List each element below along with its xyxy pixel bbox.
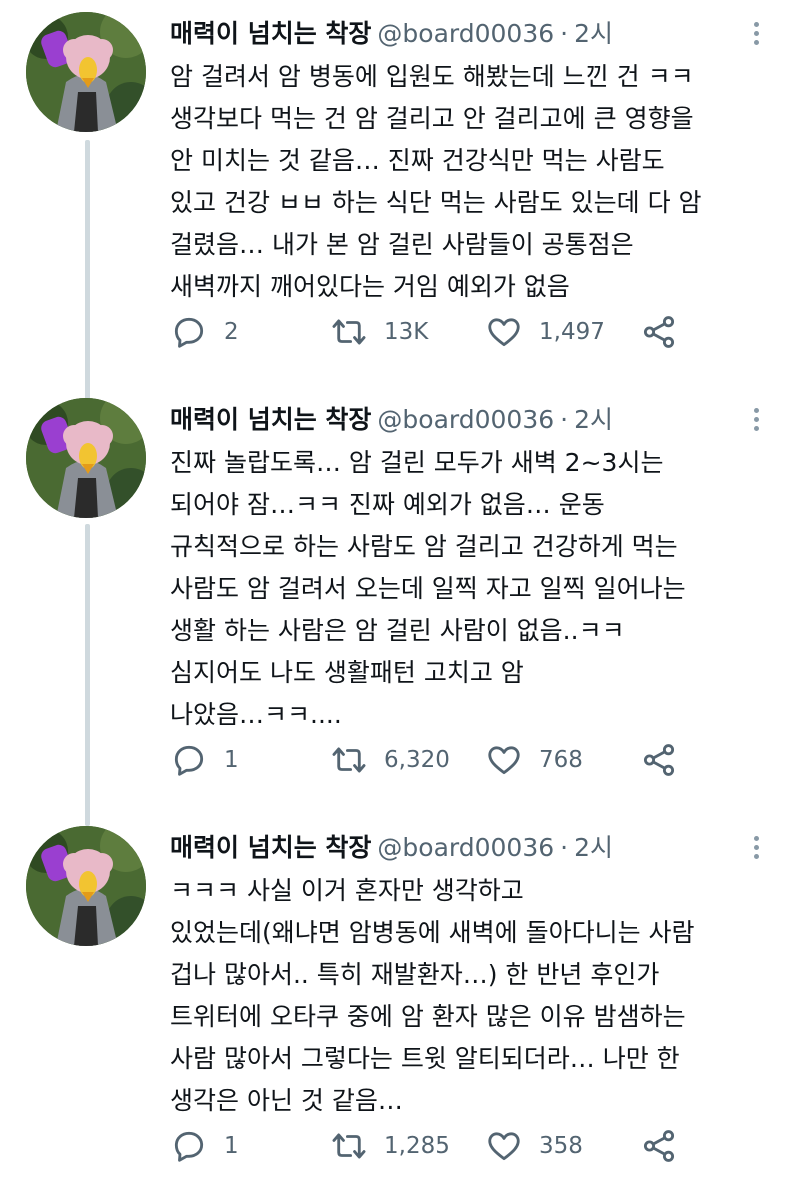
retweet-count: 1,285: [384, 1133, 450, 1159]
reply-icon: [174, 317, 204, 348]
reply-button[interactable]: 1: [170, 740, 239, 780]
share-icon: [643, 744, 675, 776]
separator-dot: ·: [560, 405, 569, 434]
tweet-text-line: 트위터에 오타쿠 중에 암 환자 많은 이유 밤샘하는: [170, 1002, 686, 1031]
like-count: 768: [539, 747, 583, 773]
tweet-text-line: 심지어도 나도 생활패턴 고치고 암: [170, 658, 524, 687]
share-icon: [643, 1130, 675, 1162]
tweet-text: 암 걸려서 암 병동에 입원도 해봤는데 느낀 건 ㅋㅋ 생각보다 먹는 건 암…: [170, 56, 780, 308]
retweet-count: 13K: [384, 319, 429, 345]
avatar[interactable]: [26, 12, 146, 132]
reply-count: 2: [224, 319, 239, 345]
retweet-button[interactable]: 6,320: [330, 740, 450, 780]
tweet[interactable]: 매력이 넘치는 착장 @board00036 · 2시 암 걸려서 암 병동에 입원도…: [0, 12, 800, 372]
share-button[interactable]: [640, 740, 678, 780]
tweet-text-line: 생활 하는 사람은 암 걸린 사람이 없음..ㅋㅋ: [170, 616, 625, 645]
heart-icon: [488, 1132, 520, 1161]
author-handle[interactable]: @board00036: [377, 833, 554, 862]
retweet-count: 6,320: [384, 747, 450, 773]
tweet-text-line: 규칙적으로 하는 사람도 암 걸리고 건강하게 먹는: [170, 532, 678, 561]
tweet-header: 매력이 넘치는 착장 @board00036 · 2시: [170, 404, 613, 436]
retweet-button[interactable]: 1,285: [330, 1126, 450, 1166]
tweet-time[interactable]: 2시: [574, 19, 613, 48]
more-options-icon[interactable]: [748, 832, 764, 866]
like-button[interactable]: 358: [485, 1126, 583, 1166]
like-count: 1,497: [539, 319, 605, 345]
tweet-text-line: 겁나 많아서.. 특히 재발환자…) 한 반년 후인가: [170, 960, 660, 989]
reply-button[interactable]: 2: [170, 312, 239, 352]
retweet-button[interactable]: 13K: [330, 312, 428, 352]
retweet-icon: [332, 747, 366, 773]
tweet-text-line: 사람 많아서 그렇다는 트윗 알티되더라… 나만 한: [170, 1044, 680, 1073]
tweet-text-line: 나았음…ㅋㅋ....: [170, 700, 342, 729]
tweet-text-line: 걸렸음… 내가 본 암 걸린 사람들이 공통점은: [170, 230, 634, 259]
share-button[interactable]: [640, 312, 678, 352]
like-button[interactable]: 768: [485, 740, 583, 780]
tweet-actions: 1 6,320 768: [170, 740, 690, 780]
tweet-header: 매력이 넘치는 착장 @board00036 · 2시: [170, 18, 613, 50]
reply-icon: [174, 745, 204, 776]
tweet-text: 진짜 놀랍도록… 암 걸린 모두가 새벽 2~3시는 되어야 잠…ㅋㅋ 진짜 예…: [170, 442, 780, 736]
like-button[interactable]: 1,497: [485, 312, 605, 352]
reply-icon: [174, 1131, 204, 1162]
share-icon: [643, 316, 675, 348]
separator-dot: ·: [560, 19, 569, 48]
tweet-text-line: 암 걸려서 암 병동에 입원도 해봤는데 느낀 건 ㅋㅋ: [170, 62, 694, 91]
tweet[interactable]: 매력이 넘치는 착장 @board00036 · 2시 진짜 놀랍도록… 암 걸린 모…: [0, 398, 800, 798]
author-handle[interactable]: @board00036: [377, 405, 554, 434]
share-button[interactable]: [640, 1126, 678, 1166]
author-name[interactable]: 매력이 넘치는 착장: [170, 19, 371, 48]
avatar-image: [26, 12, 146, 132]
tweet-time[interactable]: 2시: [574, 405, 613, 434]
avatar[interactable]: [26, 398, 146, 518]
retweet-icon: [332, 319, 366, 345]
avatar-image: [26, 826, 146, 946]
tweet-text-line: 사람도 암 걸려서 오는데 일찍 자고 일찍 일어나는: [170, 574, 686, 603]
tweet-header: 매력이 넘치는 착장 @board00036 · 2시: [170, 832, 613, 864]
tweet-text-line: ㅋㅋㅋ 사실 이거 혼자만 생각하고: [170, 876, 524, 905]
reply-button[interactable]: 1: [170, 1126, 239, 1166]
tweet-actions: 1 1,285 358: [170, 1126, 690, 1166]
avatar[interactable]: [26, 826, 146, 946]
tweet-text-line: 생각은 아닌 것 같음…: [170, 1086, 403, 1115]
retweet-icon: [332, 1133, 366, 1159]
tweet-text-line: 있고 건강 ㅂㅂ 하는 식단 먹는 사람도 있는데 다 암: [170, 188, 702, 217]
more-options-icon[interactable]: [748, 18, 764, 52]
tweet-text-line: 있었는데(왜냐면 암병동에 새벽에 돌아다니는 사람: [170, 918, 695, 947]
tweet-time[interactable]: 2시: [574, 833, 613, 862]
tweet-text-line: 진짜 놀랍도록… 암 걸린 모두가 새벽 2~3시는: [170, 448, 664, 477]
like-count: 358: [539, 1133, 583, 1159]
tweet-text-line: 안 미치는 것 같음… 진짜 건강식만 먹는 사람도: [170, 146, 665, 175]
tweet-text: ㅋㅋㅋ 사실 이거 혼자만 생각하고 있었는데(왜냐면 암병동에 새벽에 돌아다…: [170, 870, 780, 1122]
author-name[interactable]: 매력이 넘치는 착장: [170, 833, 371, 862]
tweet-actions: 2 13K 1,497: [170, 312, 690, 352]
reply-count: 1: [224, 1133, 239, 1159]
author-name[interactable]: 매력이 넘치는 착장: [170, 405, 371, 434]
heart-icon: [488, 746, 520, 775]
tweet-text-line: 생각보다 먹는 건 암 걸리고 안 걸리고에 큰 영향을: [170, 104, 694, 133]
heart-icon: [488, 318, 520, 347]
more-options-icon[interactable]: [748, 404, 764, 438]
avatar-image: [26, 398, 146, 518]
reply-count: 1: [224, 747, 239, 773]
tweet[interactable]: 매력이 넘치는 착장 @board00036 · 2시 ㅋㅋㅋ 사실 이거 혼자만 생…: [0, 826, 800, 1186]
separator-dot: ·: [560, 833, 569, 862]
tweet-text-line: 되어야 잠…ㅋㅋ 진짜 예외가 없음… 운동: [170, 490, 605, 519]
author-handle[interactable]: @board00036: [377, 19, 554, 48]
tweet-text-line: 새벽까지 깨어있다는 거임 예외가 없음: [170, 272, 570, 301]
